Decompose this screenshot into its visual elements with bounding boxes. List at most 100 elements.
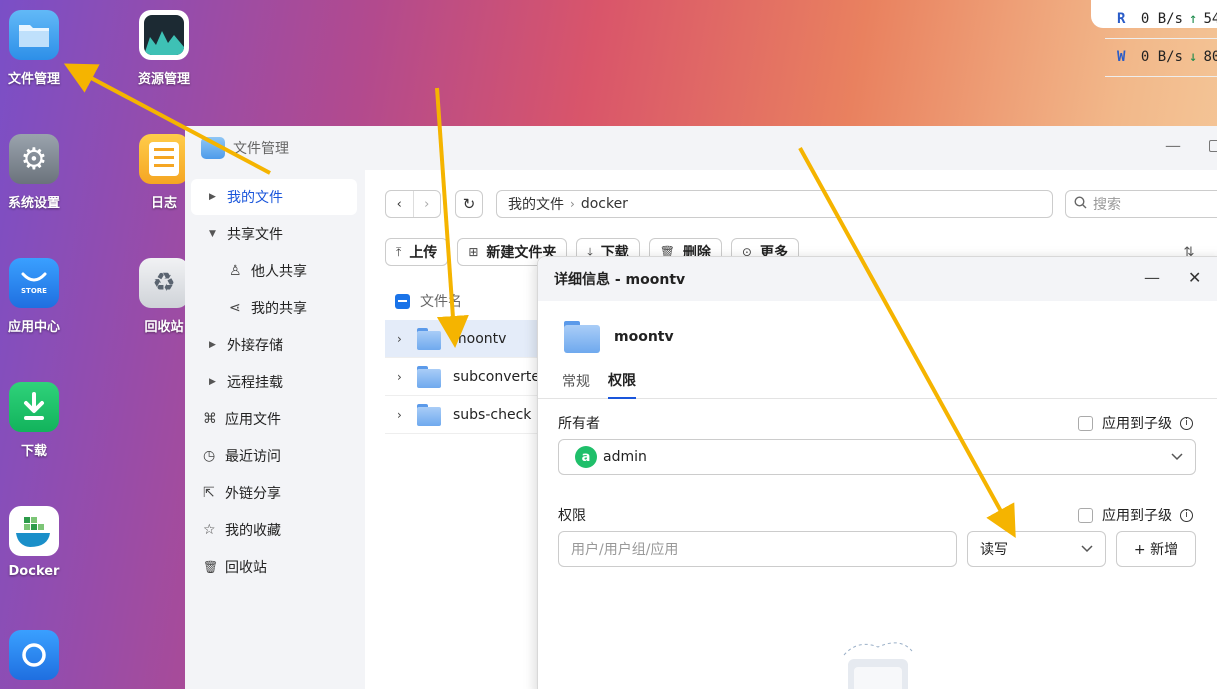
sidebar-item-recycle-bin[interactable]: 🗑 回收站 bbox=[191, 549, 357, 585]
apply-children-checkbox[interactable] bbox=[1078, 415, 1093, 431]
sidebar-item-label: 最近访问 bbox=[225, 449, 281, 465]
sidebar-item-label: 远程挂载 bbox=[227, 375, 283, 391]
sidebar-item-recent[interactable]: ◷ 最近访问 bbox=[191, 438, 357, 474]
chevron-down-icon bbox=[1081, 542, 1093, 556]
user-group-input[interactable]: 用户/用户组/应用 bbox=[558, 531, 957, 567]
up-value: 54 bbox=[1203, 11, 1217, 27]
sidebar-item-app-files[interactable]: ⌘ 应用文件 bbox=[191, 401, 357, 437]
sidebar-item-favorites[interactable]: ☆ 我的收藏 bbox=[191, 512, 357, 548]
owner-label: 所有者 bbox=[558, 416, 600, 432]
folder-icon bbox=[417, 327, 441, 350]
sidebar-item-my-files[interactable]: ▶ 我的文件 bbox=[191, 179, 357, 215]
external-link-icon: ⇱ bbox=[203, 485, 215, 501]
perm-apply-children[interactable]: 应用到子级 i bbox=[1078, 505, 1193, 525]
refresh-button[interactable]: ↻ bbox=[455, 190, 483, 218]
expand-arrow-icon: ▶ bbox=[209, 377, 216, 387]
desktop-icon-docker[interactable]: Docker bbox=[0, 506, 70, 579]
sidebar-item-label: 外接存储 bbox=[227, 338, 283, 354]
file-name: subs-check bbox=[453, 406, 532, 423]
share-icon: ⋖ bbox=[229, 300, 241, 316]
sidebar-item-remote-mount[interactable]: ▶ 远程挂载 bbox=[191, 364, 357, 400]
desktop-icon-settings[interactable]: ⚙ 系统设置 bbox=[0, 134, 70, 211]
owner-value: admin bbox=[603, 449, 647, 465]
sidebar-item-label: 我的收藏 bbox=[225, 523, 281, 539]
permission-label: 权限 bbox=[558, 508, 586, 524]
chevron-right-icon[interactable]: › bbox=[397, 370, 417, 384]
forward-button[interactable]: › bbox=[412, 191, 441, 217]
sidebar-item-link-share[interactable]: ⇱ 外链分享 bbox=[191, 475, 357, 511]
down-arrow-icon: ↓ bbox=[1189, 49, 1198, 65]
history-nav: ‹ › bbox=[385, 190, 441, 218]
back-button[interactable]: ‹ bbox=[386, 191, 413, 217]
tab-general[interactable]: 常规 bbox=[562, 363, 590, 399]
desktop-icon-app-center[interactable]: STORE 应用中心 bbox=[0, 258, 70, 335]
details-tabs: 常规 权限 bbox=[538, 363, 1217, 399]
window-titlebar[interactable]: 文件管理 — bbox=[185, 126, 1217, 170]
apps-icon: ⌘ bbox=[203, 411, 217, 427]
info-icon[interactable]: i bbox=[1180, 508, 1193, 522]
read-value: 0 B/s bbox=[1140, 11, 1183, 27]
permission-select[interactable]: 读写 bbox=[967, 531, 1106, 567]
breadcrumb-item[interactable]: 我的文件 bbox=[508, 194, 564, 214]
minimize-button[interactable]: — bbox=[1165, 136, 1181, 155]
chart-icon bbox=[139, 10, 189, 60]
maximize-button[interactable] bbox=[1209, 140, 1217, 152]
new-folder-icon: ⊞ bbox=[468, 245, 479, 259]
upload-button[interactable]: ⤒ 上传 bbox=[385, 238, 449, 266]
desktop-icon-resource-manager[interactable]: 资源管理 bbox=[128, 10, 200, 87]
details-title: 详细信息 - moontv bbox=[554, 272, 686, 288]
info-icon[interactable]: i bbox=[1180, 416, 1193, 430]
desktop-icon-download[interactable]: 下载 bbox=[0, 382, 70, 459]
down-value: 80 bbox=[1203, 49, 1217, 65]
docker-icon bbox=[9, 506, 59, 556]
expand-arrow-icon: ▶ bbox=[209, 192, 216, 202]
owner-apply-children[interactable]: 应用到子级 i bbox=[1078, 413, 1193, 433]
close-icon[interactable]: ✕ bbox=[1188, 268, 1201, 287]
tab-permissions[interactable]: 权限 bbox=[608, 363, 636, 399]
write-key: W bbox=[1117, 49, 1126, 65]
desktop-icon-sync[interactable] bbox=[0, 630, 70, 680]
store-badge: STORE bbox=[21, 286, 47, 295]
collapse-arrow-icon: ▼ bbox=[209, 229, 216, 239]
search-input[interactable]: 搜索 bbox=[1065, 190, 1217, 218]
select-all-checkbox[interactable] bbox=[395, 293, 410, 309]
apply-children-label: 应用到子级 bbox=[1102, 508, 1172, 524]
sidebar-item-label: 应用文件 bbox=[225, 412, 281, 428]
owner-select[interactable]: a admin bbox=[558, 439, 1196, 475]
sidebar-item-external-storage[interactable]: ▶ 外接存储 bbox=[191, 327, 357, 363]
chevron-right-icon[interactable]: › bbox=[397, 332, 417, 346]
write-value: 0 B/s bbox=[1140, 49, 1183, 65]
breadcrumb[interactable]: 我的文件 › docker bbox=[496, 190, 1053, 218]
desktop-icon-label: 资源管理 bbox=[137, 72, 190, 87]
chevron-right-icon[interactable]: › bbox=[397, 408, 417, 422]
details-panel: 详细信息 - moontv — ✕ moontv 常规 权限 所有者 应用到子级… bbox=[537, 256, 1217, 689]
user-icon: ♙ bbox=[229, 263, 242, 279]
permission-value: 读写 bbox=[980, 542, 1008, 558]
minimize-button[interactable]: — bbox=[1144, 268, 1160, 287]
folder-icon bbox=[564, 321, 600, 353]
folder-icon bbox=[9, 10, 59, 60]
breadcrumb-item[interactable]: docker bbox=[581, 196, 628, 212]
desktop-icon-label: Docker bbox=[8, 564, 60, 579]
apply-children-checkbox[interactable] bbox=[1078, 507, 1093, 523]
details-titlebar[interactable]: 详细信息 - moontv bbox=[538, 257, 1217, 301]
desktop-icon-label: 系统设置 bbox=[7, 196, 60, 211]
desktop-icon-file-manager[interactable]: 文件管理 bbox=[0, 10, 70, 87]
gear-icon: ⚙ bbox=[9, 134, 59, 184]
sidebar-item-shared-files[interactable]: ▼ 共享文件 bbox=[191, 216, 357, 252]
folder-icon bbox=[201, 137, 225, 159]
read-key: R bbox=[1117, 11, 1126, 27]
column-name-header[interactable]: 文件名 bbox=[420, 291, 462, 311]
upload-icon: ⤒ bbox=[396, 244, 402, 259]
add-button[interactable]: + 新增 bbox=[1116, 531, 1196, 567]
sidebar-item-shared-by-others[interactable]: ♙ 他人共享 bbox=[191, 253, 357, 289]
sidebar-item-label: 共享文件 bbox=[227, 227, 283, 243]
chevron-right-icon: › bbox=[570, 197, 575, 211]
details-folder-name: moontv bbox=[614, 329, 674, 345]
desktop-icon-label: 应用中心 bbox=[7, 320, 60, 335]
sync-icon bbox=[9, 630, 59, 680]
window-title: 文件管理 bbox=[233, 141, 289, 157]
sidebar-item-my-shares[interactable]: ⋖ 我的共享 bbox=[191, 290, 357, 326]
trash-icon: 🗑 bbox=[203, 560, 219, 574]
file-name: subconverter bbox=[453, 368, 546, 385]
